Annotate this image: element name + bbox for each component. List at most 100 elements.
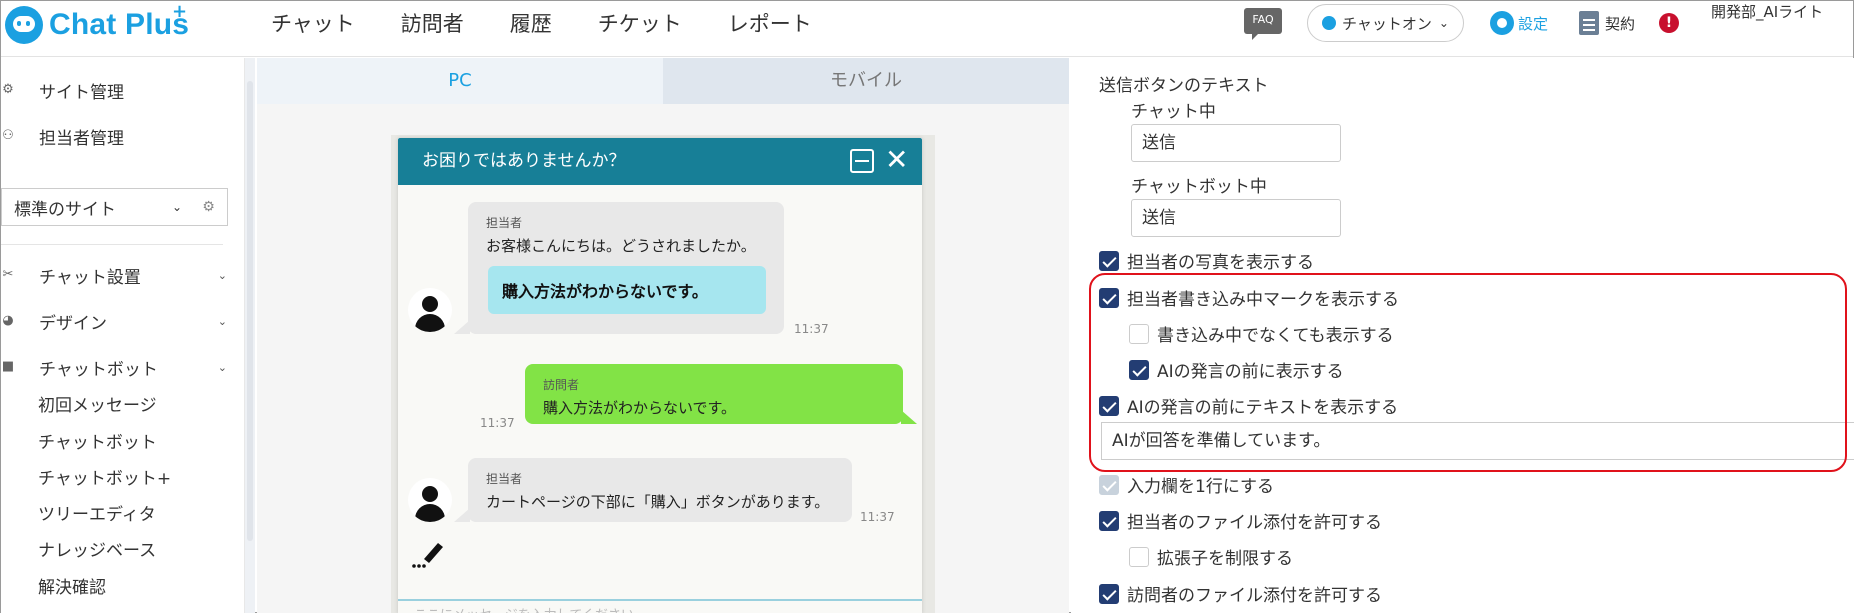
nav-visitors[interactable]: 訪問者 bbox=[401, 8, 464, 38]
sidebar-subitem-knowledge-base[interactable]: ナレッジベース bbox=[38, 536, 156, 561]
checkbox[interactable] bbox=[1099, 583, 1119, 604]
sidebar-item-chatbot[interactable]: ■ チャットボット ⌄ bbox=[1, 351, 241, 383]
chat-icon: ■ bbox=[1, 359, 15, 374]
option-single-line-input: 入力欄を1行にする bbox=[1099, 472, 1274, 497]
option-restrict-extensions[interactable]: 拡張子を制限する bbox=[1129, 544, 1293, 569]
sidebar-item-staff-management[interactable]: ⚇ 担当者管理 bbox=[1, 120, 241, 152]
status-dot-icon bbox=[1322, 16, 1336, 30]
contract-link[interactable]: 契約 bbox=[1579, 11, 1635, 35]
message-text: カートページの下部に「購入」ボタンがあります。 bbox=[486, 493, 830, 511]
logo-plus: + bbox=[172, 1, 188, 22]
option-show-text-before-ai[interactable]: AIの発言の前にテキストを表示する bbox=[1099, 393, 1398, 418]
option-label: 訪問者のファイル添付を許可する bbox=[1127, 586, 1382, 606]
sidebar-item-label: チャット設置 bbox=[39, 267, 141, 288]
option-show-typing-mark[interactable]: 担当者書き込み中マークを表示する bbox=[1099, 285, 1399, 310]
chat-bubble-logo-icon bbox=[5, 6, 43, 44]
sidebar-item-label: 担当者管理 bbox=[39, 128, 124, 149]
contract-label: 契約 bbox=[1605, 14, 1636, 33]
ai-preface-text-input[interactable]: AIが回答を準備しています。 bbox=[1101, 422, 1854, 460]
sidebar-item-design[interactable]: ◕ デザイン ⌄ bbox=[1, 305, 241, 337]
option-label: 入力欄を1行にする bbox=[1127, 477, 1274, 497]
message-text: 購入方法がわからないです。 bbox=[543, 399, 737, 417]
tools-icon: ✂ bbox=[2, 267, 14, 282]
checkbox[interactable] bbox=[1099, 250, 1119, 271]
sidebar-subitem-chatbot-plus[interactable]: チャットボット+ bbox=[38, 464, 171, 489]
widget-header: お困りではありませんか？ bbox=[398, 138, 922, 185]
sidebar-subitem-tree-editor[interactable]: ツリーエディタ bbox=[38, 500, 156, 525]
sidebar-subitem-first-message[interactable]: 初回メッセージ bbox=[38, 391, 157, 416]
sidebar-item-label: チャットボット bbox=[39, 359, 158, 380]
user-menu[interactable]: 開発部_AIライト bbox=[1711, 1, 1831, 24]
users-icon: ⚇ bbox=[2, 128, 14, 143]
site-select[interactable]: 標準のサイト ⌄ bbox=[1, 188, 191, 226]
checkbox[interactable] bbox=[1099, 395, 1119, 416]
chat-status-dropdown[interactable]: チャットオン ⌄ bbox=[1307, 4, 1464, 42]
close-icon[interactable]: ✕ bbox=[885, 145, 908, 175]
gear-icon: ⚙ bbox=[2, 82, 14, 97]
document-icon bbox=[1579, 11, 1599, 35]
sidebar-item-site-management[interactable]: ⚙ サイト管理 bbox=[1, 74, 241, 106]
chatting-label: チャット中 bbox=[1131, 102, 1216, 122]
nav-history[interactable]: 履歴 bbox=[510, 8, 552, 38]
chevron-down-icon: ⌄ bbox=[217, 268, 227, 282]
site-settings-gear-icon[interactable]: ⚙ bbox=[190, 188, 228, 226]
operator-message: 担当者 カートページの下部に「購入」ボタンがあります。 bbox=[454, 458, 852, 522]
option-label: AIの発言の前に表示する bbox=[1157, 362, 1344, 382]
tab-mobile[interactable]: モバイル bbox=[663, 58, 1069, 104]
checkbox[interactable] bbox=[1129, 323, 1149, 344]
app-header: Chat Plus + チャット 訪問者 履歴 チケット レポート FAQ チャ… bbox=[1, 1, 1853, 57]
input-divider bbox=[398, 599, 922, 601]
chat-status-label: チャットオン bbox=[1342, 14, 1432, 33]
option-label: 書き込み中でなくても表示する bbox=[1157, 326, 1394, 346]
nav-chat[interactable]: チャット bbox=[271, 8, 355, 38]
message-time: 11:37 bbox=[794, 322, 829, 336]
chatplus-logo[interactable]: Chat Plus + bbox=[5, 1, 189, 45]
chevron-down-icon: ⌄ bbox=[1438, 16, 1449, 30]
operator-avatar bbox=[408, 288, 452, 332]
message-time: 11:37 bbox=[480, 416, 515, 430]
checkbox[interactable] bbox=[1099, 287, 1119, 308]
option-label: 拡張子を制限する bbox=[1157, 549, 1293, 569]
option-show-operator-photo[interactable]: 担当者の写真を表示する bbox=[1099, 248, 1314, 273]
message-input[interactable]: ここにメッセージを入力してください bbox=[414, 604, 634, 613]
option-allow-visitor-attachments[interactable]: 訪問者のファイル添付を許可する bbox=[1099, 581, 1382, 606]
nav-reports[interactable]: レポート bbox=[728, 8, 812, 38]
sidebar-subitem-chatbot[interactable]: チャットボット bbox=[38, 428, 157, 453]
message-text: お客様こんにちは。どうされましたか。 bbox=[486, 237, 756, 255]
nav-tickets[interactable]: チケット bbox=[598, 8, 682, 38]
faq-icon[interactable]: FAQ bbox=[1244, 8, 1282, 40]
option-label: 担当者書き込み中マークを表示する bbox=[1127, 290, 1399, 310]
quick-reply-button[interactable]: 購入方法がわからないです。 bbox=[488, 266, 766, 314]
settings-label: 設定 bbox=[1518, 14, 1549, 33]
chatbot-send-text-input[interactable]: 送信 bbox=[1131, 199, 1341, 237]
option-show-even-not-typing[interactable]: 書き込み中でなくても表示する bbox=[1129, 321, 1394, 346]
message-sender: 担当者 bbox=[486, 472, 523, 486]
chevron-down-icon: ⌄ bbox=[217, 360, 227, 374]
alert-icon[interactable]: ! bbox=[1659, 13, 1679, 33]
settings-link[interactable]: 設定 bbox=[1490, 11, 1548, 35]
option-label: 担当者のファイル添付を許可する bbox=[1127, 513, 1382, 533]
checkbox[interactable] bbox=[1129, 359, 1149, 380]
send-button-text-title: 送信ボタンのテキスト bbox=[1099, 76, 1269, 96]
chat-widget-preview: お困りではありませんか？ ✕ 担当者 お客様こんにちは。どうされましたか。 購入… bbox=[398, 138, 922, 613]
operator-avatar bbox=[408, 478, 452, 522]
sidebar-subitem-resolution-check[interactable]: 解決確認 bbox=[38, 573, 106, 598]
sidebar-divider bbox=[1, 244, 223, 245]
palette-icon: ◕ bbox=[2, 313, 14, 328]
chatbot-label: チャットボット中 bbox=[1131, 177, 1267, 197]
checkbox bbox=[1099, 474, 1119, 495]
chevron-down-icon: ⌄ bbox=[171, 200, 182, 214]
minimize-icon[interactable] bbox=[850, 149, 874, 173]
option-show-before-ai[interactable]: AIの発言の前に表示する bbox=[1129, 357, 1344, 382]
checkbox[interactable] bbox=[1129, 546, 1149, 567]
checkbox[interactable] bbox=[1099, 510, 1119, 531]
typing-pen-icon bbox=[412, 543, 443, 568]
sidebar-scrollbar-thumb[interactable] bbox=[247, 81, 253, 541]
sidebar-item-chat-install[interactable]: ✂ チャット設置 ⌄ bbox=[1, 259, 241, 291]
sidebar-item-label: サイト管理 bbox=[39, 82, 124, 103]
visitor-message: 訪問者 購入方法がわからないです。 bbox=[525, 364, 917, 424]
option-allow-operator-attachments[interactable]: 担当者のファイル添付を許可する bbox=[1099, 508, 1382, 533]
tab-pc[interactable]: PC bbox=[257, 58, 663, 104]
message-time: 11:37 bbox=[860, 510, 895, 524]
chatting-send-text-input[interactable]: 送信 bbox=[1131, 124, 1341, 162]
